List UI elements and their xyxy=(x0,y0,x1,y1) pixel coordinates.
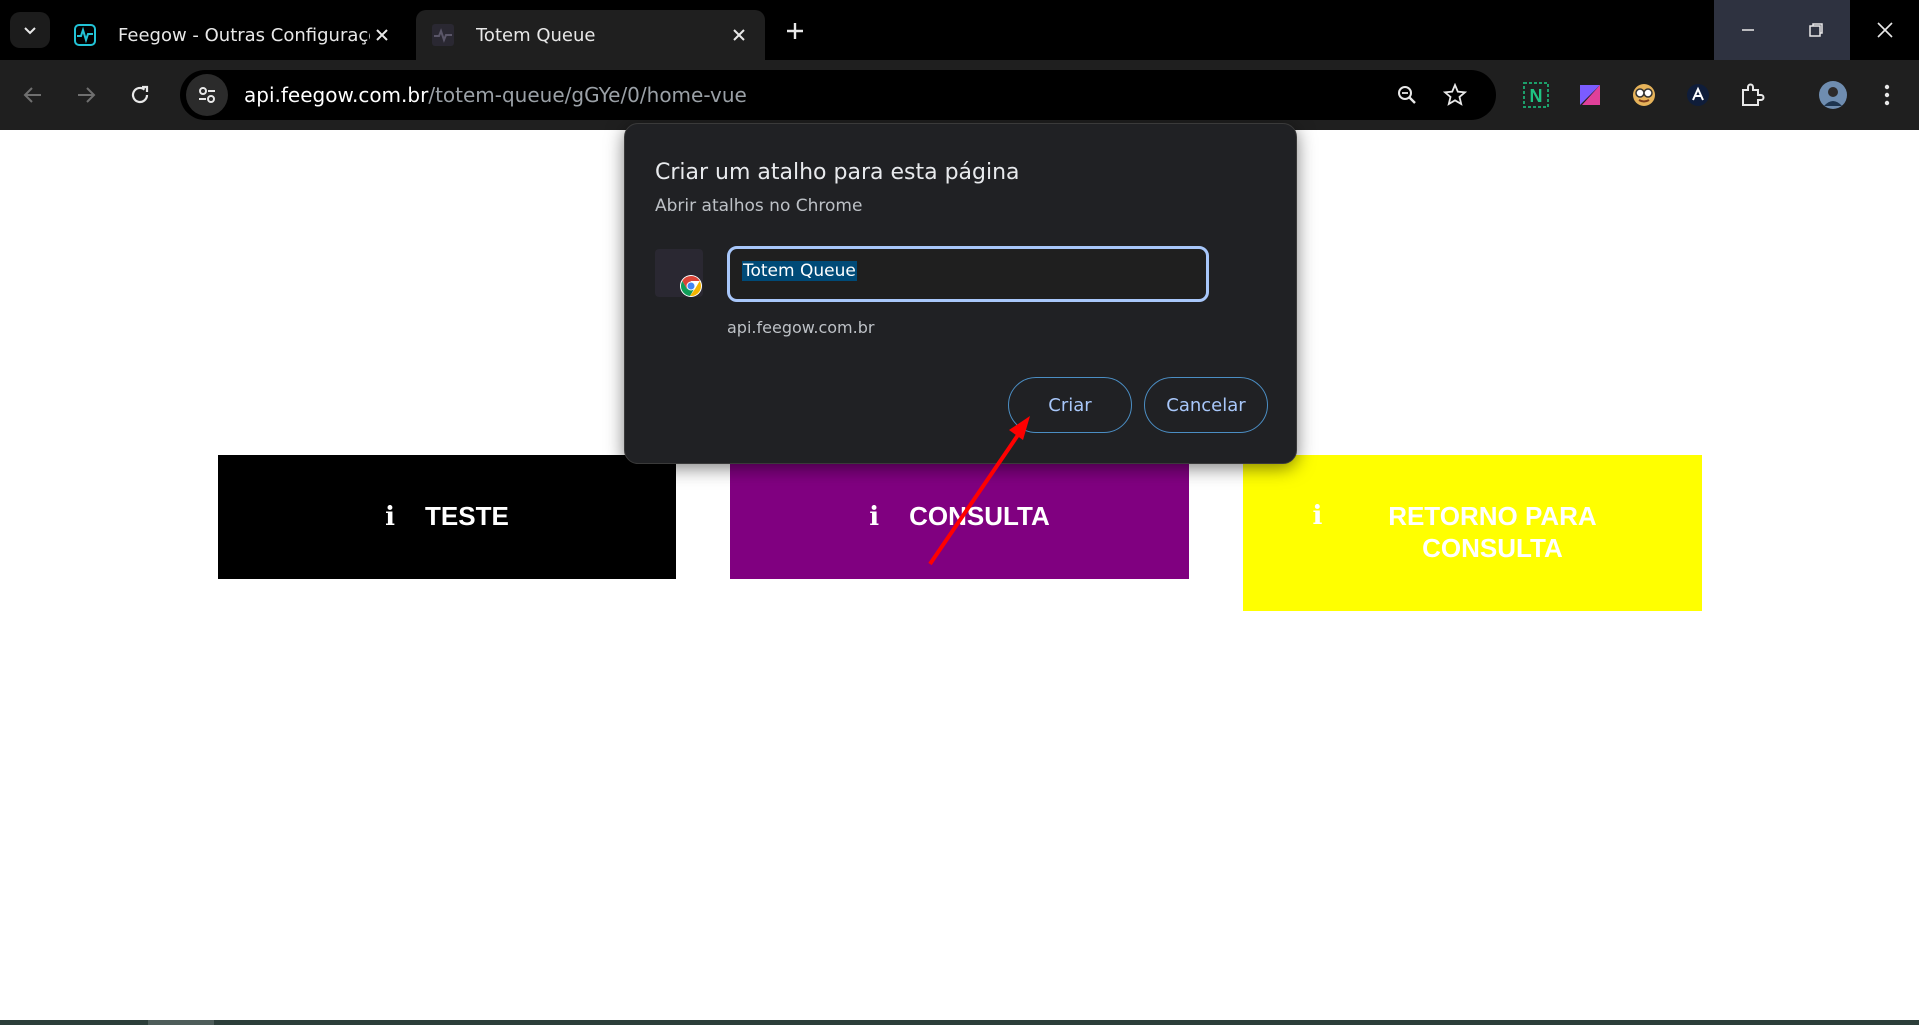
address-bar[interactable]: api.feegow.com.br/totem-queue/gGYe/0/hom… xyxy=(180,70,1496,120)
tab-title: Totem Queue xyxy=(476,24,596,46)
reload-button[interactable] xyxy=(122,77,158,113)
queue-button-consulta[interactable]: i CONSULTA xyxy=(730,455,1189,579)
info-icon: i xyxy=(1312,501,1323,531)
queue-button-retorno[interactable]: i RETORNO PARA CONSULTA xyxy=(1243,455,1702,611)
close-tab-icon[interactable] xyxy=(727,23,751,47)
reload-icon xyxy=(131,85,149,104)
cancel-button[interactable]: Cancelar xyxy=(1144,377,1268,433)
minimize-icon xyxy=(1742,29,1754,31)
extension-a-icon[interactable] xyxy=(1679,76,1717,114)
tab-search-button[interactable] xyxy=(10,12,50,48)
url-path: /totem-queue/gGYe/0/home-vue xyxy=(428,83,747,107)
arrow-right-icon xyxy=(78,87,96,103)
shortcut-name-value: Totem Queue xyxy=(742,261,857,281)
minimize-button[interactable] xyxy=(1714,0,1782,60)
shortcut-domain: api.feegow.com.br xyxy=(727,318,875,337)
back-button[interactable] xyxy=(15,77,51,113)
plus-icon xyxy=(787,23,803,39)
close-tab-icon[interactable] xyxy=(370,23,394,47)
svg-text:N: N xyxy=(1530,86,1543,106)
dialog-subtitle: Abrir atalhos no Chrome xyxy=(655,196,863,216)
dialog-title: Criar um atalho para esta página xyxy=(655,160,1020,185)
shortcut-app-icon xyxy=(655,249,703,297)
feegow-pulse-icon xyxy=(72,22,98,48)
restore-icon xyxy=(1809,23,1823,37)
site-info-button[interactable] xyxy=(186,74,228,116)
browser-toolbar: api.feegow.com.br/totem-queue/gGYe/0/hom… xyxy=(0,60,1919,130)
zoom-icon[interactable] xyxy=(1391,79,1423,111)
bookmark-star-icon[interactable] xyxy=(1439,79,1471,111)
horizontal-scrollbar[interactable] xyxy=(0,1020,1919,1025)
create-shortcut-dialog: Criar um atalho para esta página Abrir a… xyxy=(624,123,1297,464)
extensions-puzzle-icon[interactable] xyxy=(1733,76,1771,114)
scrollbar-thumb[interactable] xyxy=(148,1020,214,1025)
arrow-left-icon xyxy=(23,87,41,103)
queue-button-label: TESTE xyxy=(425,501,509,531)
close-icon xyxy=(1877,22,1893,38)
chrome-logo-icon xyxy=(680,275,702,297)
tab-feegow[interactable]: Feegow - Outras Configurações xyxy=(58,10,408,60)
url-text: api.feegow.com.br/totem-queue/gGYe/0/hom… xyxy=(244,83,747,107)
queue-button-teste[interactable]: i TESTE xyxy=(218,455,676,579)
forward-button[interactable] xyxy=(68,77,104,113)
create-button[interactable]: Criar xyxy=(1008,377,1132,433)
tab-totem-queue[interactable]: Totem Queue xyxy=(416,10,765,60)
restore-button[interactable] xyxy=(1782,0,1850,60)
tab-title: Feegow - Outras Configurações xyxy=(118,24,370,46)
shortcut-name-input[interactable]: Totem Queue xyxy=(727,246,1209,302)
chrome-menu-icon[interactable] xyxy=(1868,76,1906,114)
url-host: api.feegow.com.br xyxy=(244,83,429,107)
chevron-down-icon xyxy=(24,27,36,35)
new-tab-button[interactable] xyxy=(778,14,812,48)
tab-strip: Feegow - Outras Configurações Totem Queu… xyxy=(0,0,1919,60)
info-icon: i xyxy=(869,502,880,532)
extension-flag-icon[interactable] xyxy=(1571,76,1609,114)
info-icon: i xyxy=(385,502,396,532)
profile-avatar[interactable] xyxy=(1814,76,1852,114)
queue-button-label: CONSULTA xyxy=(909,501,1050,531)
tune-icon xyxy=(199,87,215,103)
extension-n-icon[interactable]: N xyxy=(1517,76,1555,114)
queue-button-label: RETORNO PARA CONSULTA xyxy=(1388,501,1597,563)
close-window-button[interactable] xyxy=(1851,0,1919,60)
extension-face-icon[interactable] xyxy=(1625,76,1663,114)
totem-pulse-icon xyxy=(430,22,456,48)
